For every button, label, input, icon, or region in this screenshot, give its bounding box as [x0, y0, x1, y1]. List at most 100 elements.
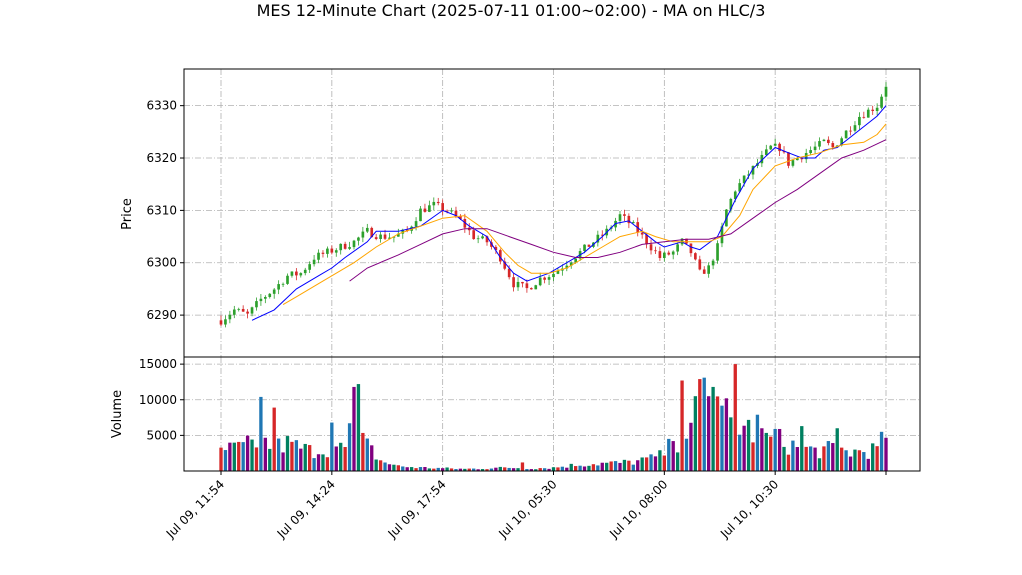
volume-bar — [840, 447, 844, 471]
volume-bar — [259, 396, 263, 471]
candle-body — [295, 271, 298, 276]
volume-bar — [782, 446, 786, 471]
candle-body — [237, 308, 241, 310]
volume-bar — [751, 442, 755, 471]
candle-body — [623, 214, 626, 216]
volume-bar — [733, 364, 737, 471]
volume-bar — [831, 443, 835, 471]
candle-body — [866, 109, 870, 118]
volume-bar — [343, 447, 347, 471]
candle-body — [764, 149, 768, 155]
candle-body — [423, 208, 427, 212]
candle-body — [365, 227, 369, 232]
volume-bar — [574, 466, 578, 471]
x-tick-label: Jul 09, 14:24 — [274, 477, 338, 541]
volume-bar — [826, 441, 831, 471]
volume-bar — [862, 452, 866, 471]
x-tick-label: Jul 09, 11:54 — [163, 477, 227, 541]
moving-average-line-1 — [251, 105, 887, 321]
volume-bar — [613, 461, 618, 471]
volume-bar — [582, 466, 587, 471]
x-tick-label: Jul 09, 17:54 — [385, 477, 449, 541]
volume-bar — [263, 437, 267, 471]
volume-bar — [401, 466, 405, 471]
candle-body — [339, 243, 343, 251]
candle-body — [663, 252, 666, 258]
volume-bar — [370, 445, 374, 471]
candle-body — [552, 273, 555, 278]
volume-bar — [711, 386, 715, 471]
volume-bar — [800, 426, 804, 471]
volume-bar — [330, 422, 334, 471]
volume-bar — [884, 437, 888, 471]
candle-body — [352, 240, 356, 248]
volume-bar — [308, 445, 312, 471]
candle-body — [702, 269, 706, 274]
candle-body — [481, 236, 484, 239]
candle-body — [379, 234, 382, 239]
volume-bar — [281, 452, 285, 471]
volume-bar — [418, 467, 423, 471]
volume-bar — [423, 467, 427, 471]
candle-body — [286, 275, 289, 284]
volume-bar — [290, 441, 294, 471]
candle-body — [813, 146, 817, 151]
volume-bar — [339, 442, 343, 471]
volume-ytick-label: 5000 — [146, 428, 177, 442]
volume-bar — [392, 464, 396, 471]
volume-bar — [276, 438, 281, 471]
volume-bar — [587, 465, 591, 471]
candle-body — [272, 289, 276, 294]
candle-body — [374, 237, 378, 239]
volume-bar — [383, 462, 387, 471]
volume-bar — [219, 447, 223, 471]
candle-body — [383, 234, 387, 239]
volume-bar — [667, 438, 671, 471]
x-tick-label: Jul 10, 08:00 — [606, 477, 670, 541]
volume-bar — [795, 447, 799, 471]
candle-body — [512, 277, 515, 288]
candle-body — [219, 320, 223, 325]
volume-bar — [746, 419, 751, 471]
candle-body — [290, 271, 294, 276]
volume-bar — [760, 428, 764, 471]
volume-bar — [396, 465, 400, 471]
candle-body — [224, 319, 227, 325]
volume-bar — [844, 450, 848, 471]
volume-bar — [321, 454, 325, 471]
candle-body — [419, 208, 422, 222]
volume-bar — [715, 396, 720, 471]
chart: MES 12-Minute Chart (2025-07-11 01:00~02… — [110, 1, 921, 541]
volume-bar — [560, 466, 565, 471]
candle-body — [530, 288, 533, 290]
volume-bar — [591, 464, 596, 471]
volume-bar — [378, 460, 383, 471]
candle-body — [507, 268, 511, 278]
volume-bar — [769, 436, 773, 471]
volume-bar — [445, 467, 449, 471]
candle-body — [538, 277, 542, 286]
volume-bar — [503, 467, 507, 471]
volume-ytick-label: 10000 — [139, 393, 177, 407]
candle-body — [326, 248, 329, 254]
volume-bar — [649, 454, 653, 471]
candle-body — [357, 237, 360, 241]
volume-bar — [303, 443, 307, 471]
candle-body — [321, 252, 325, 254]
volume-bar — [361, 432, 365, 471]
volume-bar — [609, 461, 613, 471]
volume-bar — [680, 380, 684, 471]
candle-body — [246, 311, 249, 314]
volume-bar — [636, 460, 640, 471]
volume-bar — [618, 462, 622, 471]
volume-bar — [520, 462, 525, 471]
candle-body — [787, 152, 790, 166]
candle-body — [707, 265, 710, 274]
candle-body — [516, 281, 520, 288]
candle-body — [450, 210, 453, 212]
volume-bar — [409, 467, 414, 471]
candle-body — [255, 301, 258, 308]
volume-bar — [596, 465, 600, 471]
volume-bar — [228, 442, 232, 471]
volume-bar — [857, 450, 862, 471]
